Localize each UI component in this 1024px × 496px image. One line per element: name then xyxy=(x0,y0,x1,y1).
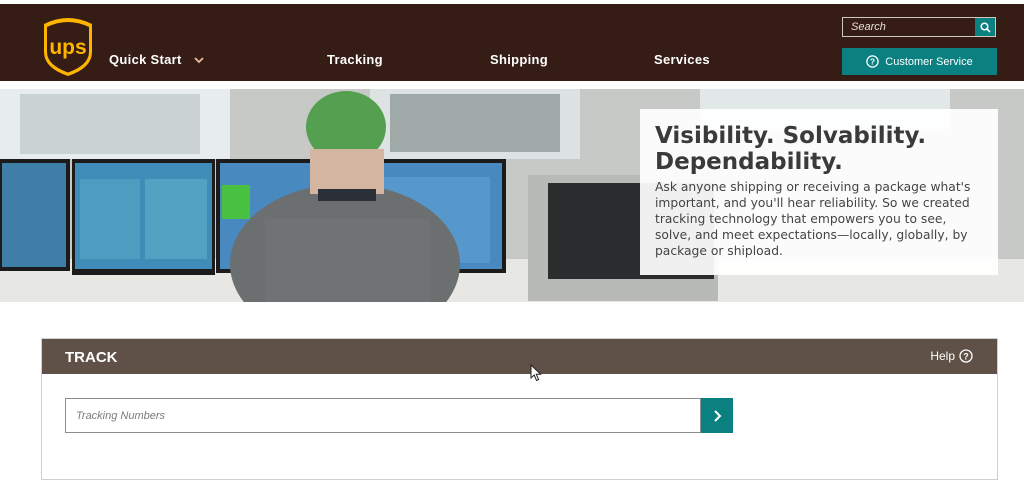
svg-text:?: ? xyxy=(963,351,969,361)
track-help-link[interactable]: Help ? xyxy=(930,349,973,363)
hero-banner: Visibility. Solvability. Dependability. … xyxy=(0,89,1024,302)
svg-text:?: ? xyxy=(870,57,875,67)
mouse-pointer-icon xyxy=(530,364,542,382)
nav-tracking[interactable]: Tracking xyxy=(327,52,383,67)
site-header: ups Quick Start Tracking Shipping Servic… xyxy=(0,4,1024,81)
customer-service-button[interactable]: ? Customer Service xyxy=(842,48,997,75)
track-header: TRACK Help ? xyxy=(42,339,997,374)
search-button[interactable] xyxy=(975,18,995,36)
nav-quick-start[interactable]: Quick Start xyxy=(109,52,204,67)
search-icon xyxy=(979,21,991,33)
hero-body: Ask anyone shipping or receiving a packa… xyxy=(655,180,971,258)
help-circle-icon: ? xyxy=(866,55,880,68)
tracking-numbers-input[interactable] xyxy=(65,398,701,433)
track-title: TRACK xyxy=(65,349,118,366)
ups-logo[interactable]: ups xyxy=(40,14,96,78)
track-help-label: Help xyxy=(930,349,955,363)
search-box xyxy=(842,17,996,37)
customer-service-label: Customer Service xyxy=(885,55,973,68)
track-panel: TRACK Help ? xyxy=(41,338,998,480)
chevron-down-icon xyxy=(193,57,204,64)
track-submit-button[interactable] xyxy=(701,398,733,433)
logo-text: ups xyxy=(49,36,86,59)
hero-title: Visibility. Solvability. Dependability. xyxy=(655,123,927,175)
chevron-right-icon xyxy=(713,409,721,422)
search-input[interactable] xyxy=(843,18,975,36)
nav-shipping[interactable]: Shipping xyxy=(490,52,548,67)
hero-card: Visibility. Solvability. Dependability. … xyxy=(640,109,998,275)
nav-quick-start-label: Quick Start xyxy=(109,52,182,67)
help-circle-icon: ? xyxy=(959,349,973,363)
nav-services[interactable]: Services xyxy=(654,52,710,67)
